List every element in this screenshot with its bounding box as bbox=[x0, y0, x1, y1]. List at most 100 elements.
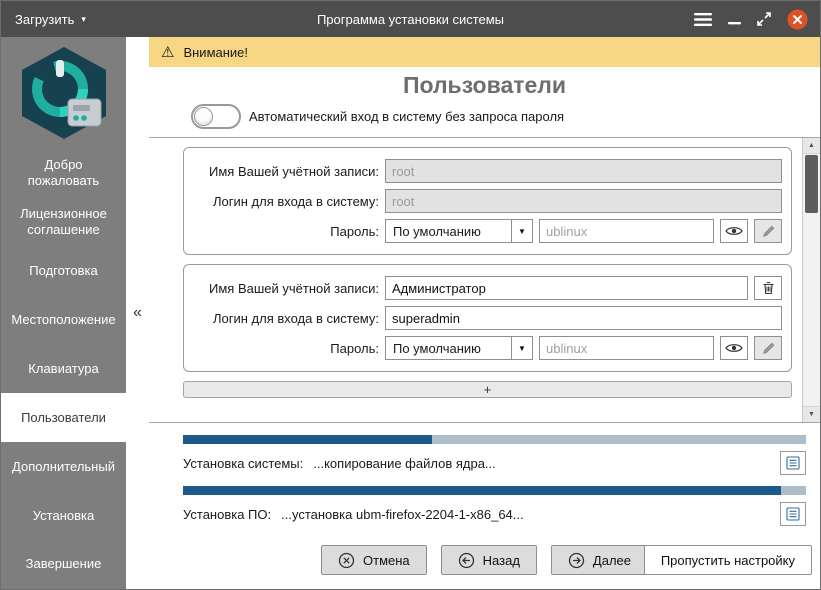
logo-container bbox=[1, 37, 126, 149]
menu-button[interactable] bbox=[694, 12, 712, 26]
pencil-icon bbox=[762, 342, 774, 354]
scroll-down-button[interactable]: ▼ bbox=[803, 406, 820, 422]
cancel-icon bbox=[338, 552, 355, 568]
password-label: Пароль: bbox=[330, 223, 379, 239]
account-name-label: Имя Вашей учётной записи: bbox=[209, 280, 379, 296]
sidebar-item-welcome[interactable]: Добро пожаловать bbox=[1, 149, 126, 198]
titlebar: Загрузить ▾ Программа установки системы bbox=[1, 1, 820, 37]
installer-window: Загрузить ▾ Программа установки системы bbox=[0, 0, 821, 590]
software-progress-fill bbox=[183, 486, 782, 495]
chevron-down-icon: ▼ bbox=[511, 220, 532, 242]
trash-icon bbox=[763, 281, 773, 295]
eye-icon bbox=[725, 344, 743, 352]
main-panel: ⚠ Внимание! Пользователи Автоматический … bbox=[149, 37, 820, 589]
sidebar-collapse-button[interactable]: « bbox=[126, 37, 149, 589]
maximize-button[interactable] bbox=[757, 12, 771, 26]
system-progress-bar bbox=[183, 435, 806, 444]
close-button[interactable] bbox=[787, 9, 808, 30]
window-controls bbox=[694, 9, 820, 30]
log-icon bbox=[786, 456, 800, 470]
account-name-label: Имя Вашей учётной записи: bbox=[209, 163, 379, 179]
software-progress-bar bbox=[183, 486, 806, 495]
footer-buttons: Отмена Назад Далее Пропустить настройку bbox=[149, 537, 820, 589]
sidebar-item-installation[interactable]: Установка bbox=[1, 491, 126, 540]
eye-icon bbox=[725, 227, 743, 235]
ublinux-logo-icon bbox=[21, 47, 106, 139]
software-progress-label: Установка ПО: bbox=[183, 506, 272, 522]
sidebar-item-license[interactable]: Лицензионное соглашение bbox=[1, 198, 126, 247]
autologin-label: Автоматический вход в систему без запрос… bbox=[249, 109, 565, 124]
load-menu-button[interactable]: Загрузить ▾ bbox=[1, 1, 100, 37]
sidebar-item-location[interactable]: Местоположение bbox=[1, 296, 126, 345]
sidebar-item-keyboard[interactable]: Клавиатура bbox=[1, 345, 126, 394]
system-log-button[interactable] bbox=[780, 451, 806, 475]
warning-banner: ⚠ Внимание! bbox=[149, 37, 820, 67]
show-password-button[interactable] bbox=[720, 336, 748, 360]
sidebar-item-preparation[interactable]: Подготовка bbox=[1, 247, 126, 296]
sidebar: Добро пожаловать Лицензионное соглашение… bbox=[1, 37, 126, 589]
sidebar-item-additional[interactable]: Дополнительный bbox=[1, 442, 126, 491]
minimize-button[interactable] bbox=[728, 13, 741, 26]
users-list: Имя Вашей учётной записи: Логин для вход… bbox=[149, 138, 802, 422]
system-progress-status: ...копирование файлов ядра... bbox=[313, 455, 496, 471]
arrow-left-icon bbox=[458, 552, 474, 568]
scrollbar-thumb[interactable] bbox=[805, 155, 818, 213]
password-mode-value: По умолчанию bbox=[393, 340, 481, 356]
user-card-root: Имя Вашей учётной записи: Логин для вход… bbox=[183, 147, 792, 255]
collapse-chevrons-icon: « bbox=[133, 304, 142, 321]
pencil-icon bbox=[762, 225, 774, 237]
password-input[interactable] bbox=[539, 219, 714, 243]
minimize-icon bbox=[728, 21, 741, 24]
skip-configuration-button[interactable]: Пропустить настройку bbox=[643, 545, 812, 575]
toggle-knob bbox=[194, 107, 213, 126]
sidebar-nav: Добро пожаловать Лицензионное соглашение… bbox=[1, 149, 126, 589]
system-progress-row: Установка системы: ...копирование файлов… bbox=[183, 451, 806, 475]
software-progress-status: ...установка ubm-firefox-2204-1-x86_64..… bbox=[281, 506, 524, 522]
hamburger-icon bbox=[694, 12, 712, 26]
edit-password-button[interactable] bbox=[754, 336, 782, 360]
users-scrollbar: ▲ ▼ bbox=[802, 138, 820, 422]
system-progress-fill bbox=[183, 435, 433, 444]
next-label: Далее bbox=[592, 552, 631, 568]
back-label: Назад bbox=[482, 552, 520, 568]
maximize-icon bbox=[757, 12, 771, 26]
autologin-row: Автоматический вход в систему без запрос… bbox=[149, 102, 820, 137]
password-mode-dropdown[interactable]: По умолчанию ▼ bbox=[385, 219, 533, 243]
software-progress-row: Установка ПО: ...установка ubm-firefox-2… bbox=[183, 502, 806, 526]
next-button[interactable]: Далее bbox=[550, 545, 648, 575]
scroll-up-icon: ▲ bbox=[808, 142, 815, 149]
sidebar-item-users[interactable]: Пользователи bbox=[1, 393, 126, 443]
users-list-area: Имя Вашей учётной записи: Логин для вход… bbox=[149, 137, 820, 423]
password-input[interactable] bbox=[539, 336, 714, 360]
back-button[interactable]: Назад bbox=[440, 545, 537, 575]
caret-down-icon: ▾ bbox=[81, 13, 86, 24]
add-user-button[interactable]: + bbox=[183, 381, 792, 398]
cancel-button[interactable]: Отмена bbox=[321, 545, 427, 575]
account-login-input bbox=[385, 189, 782, 213]
delete-account-button[interactable] bbox=[754, 276, 782, 300]
progress-area: Установка системы: ...копирование файлов… bbox=[149, 423, 820, 537]
show-password-button[interactable] bbox=[720, 219, 748, 243]
warning-text: Внимание! bbox=[183, 44, 249, 60]
password-label: Пароль: bbox=[330, 340, 379, 356]
log-icon bbox=[786, 507, 800, 521]
account-login-input[interactable] bbox=[385, 306, 782, 330]
page-title: Пользователи bbox=[402, 72, 567, 98]
skip-label: Пропустить настройку bbox=[660, 552, 795, 568]
account-name-input bbox=[385, 159, 782, 183]
edit-password-button[interactable] bbox=[754, 219, 782, 243]
software-log-button[interactable] bbox=[780, 502, 806, 526]
account-login-label: Логин для входа в систему: bbox=[212, 310, 379, 326]
scrollbar-track[interactable] bbox=[803, 154, 820, 406]
load-menu-label: Загрузить bbox=[15, 11, 75, 27]
scroll-down-icon: ▼ bbox=[808, 411, 815, 418]
account-name-input[interactable] bbox=[385, 276, 748, 300]
scroll-up-button[interactable]: ▲ bbox=[803, 138, 820, 154]
autologin-toggle[interactable] bbox=[191, 104, 241, 129]
cancel-label: Отмена bbox=[363, 552, 410, 568]
sidebar-item-completion[interactable]: Завершение bbox=[1, 540, 126, 589]
password-mode-value: По умолчанию bbox=[393, 223, 481, 239]
arrow-right-icon bbox=[568, 552, 585, 568]
chevron-down-icon: ▼ bbox=[511, 337, 532, 359]
password-mode-dropdown[interactable]: По умолчанию ▼ bbox=[385, 336, 533, 360]
